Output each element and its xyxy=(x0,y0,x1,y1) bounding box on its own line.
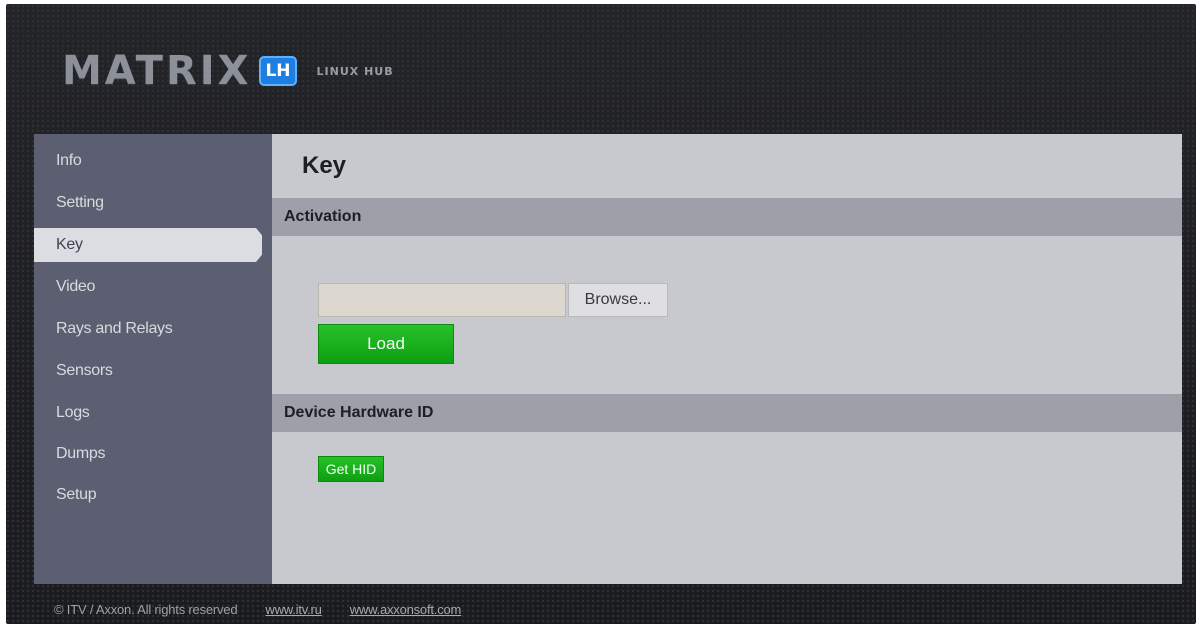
copyright-text: © ITV / Axxon. All rights reserved xyxy=(54,602,238,617)
sidebar: Info Setting Key Video Rays and Relays S… xyxy=(34,134,272,584)
sidebar-item-info[interactable]: Info xyxy=(56,152,82,170)
get-hid-button[interactable]: Get HID xyxy=(318,456,384,482)
hardware-id-section-title: Device Hardware ID xyxy=(284,404,434,421)
sidebar-item-key-label: Key xyxy=(56,236,83,253)
logo-text: MATRIX xyxy=(62,48,252,94)
browse-button[interactable]: Browse... xyxy=(568,283,668,317)
page-title: Key xyxy=(302,152,347,179)
activation-section-title: Activation xyxy=(284,208,362,225)
sidebar-item-rays-and-relays[interactable]: Rays and Relays xyxy=(56,320,173,338)
load-button[interactable]: Load xyxy=(318,324,454,364)
logo-subtitle: LINUX HUB xyxy=(316,64,394,78)
sidebar-item-dumps[interactable]: Dumps xyxy=(56,445,105,463)
key-file-input[interactable] xyxy=(318,283,566,317)
sidebar-item-video[interactable]: Video xyxy=(56,278,95,296)
sidebar-item-setup[interactable]: Setup xyxy=(56,486,97,504)
footer: © ITV / Axxon. All rights reserved www.i… xyxy=(54,602,461,617)
itv-link[interactable]: www.itv.ru xyxy=(265,602,321,617)
logo-badge: LH xyxy=(259,56,297,86)
app-frame: MATRIX LH LINUX HUB Info Setting Key Vid… xyxy=(6,4,1196,624)
logo: MATRIX LH LINUX HUB xyxy=(62,46,394,96)
sidebar-item-sensors[interactable]: Sensors xyxy=(56,362,113,380)
sidebar-item-key[interactable]: Key xyxy=(34,228,262,262)
activation-section-header: Activation xyxy=(272,198,1182,236)
main-content: Key Activation Browse... Load Device Har… xyxy=(272,134,1182,584)
axxonsoft-link[interactable]: www.axxonsoft.com xyxy=(350,602,462,617)
hardware-id-section-header: Device Hardware ID xyxy=(272,394,1182,432)
sidebar-item-setting[interactable]: Setting xyxy=(56,194,104,212)
sidebar-item-logs[interactable]: Logs xyxy=(56,404,90,422)
